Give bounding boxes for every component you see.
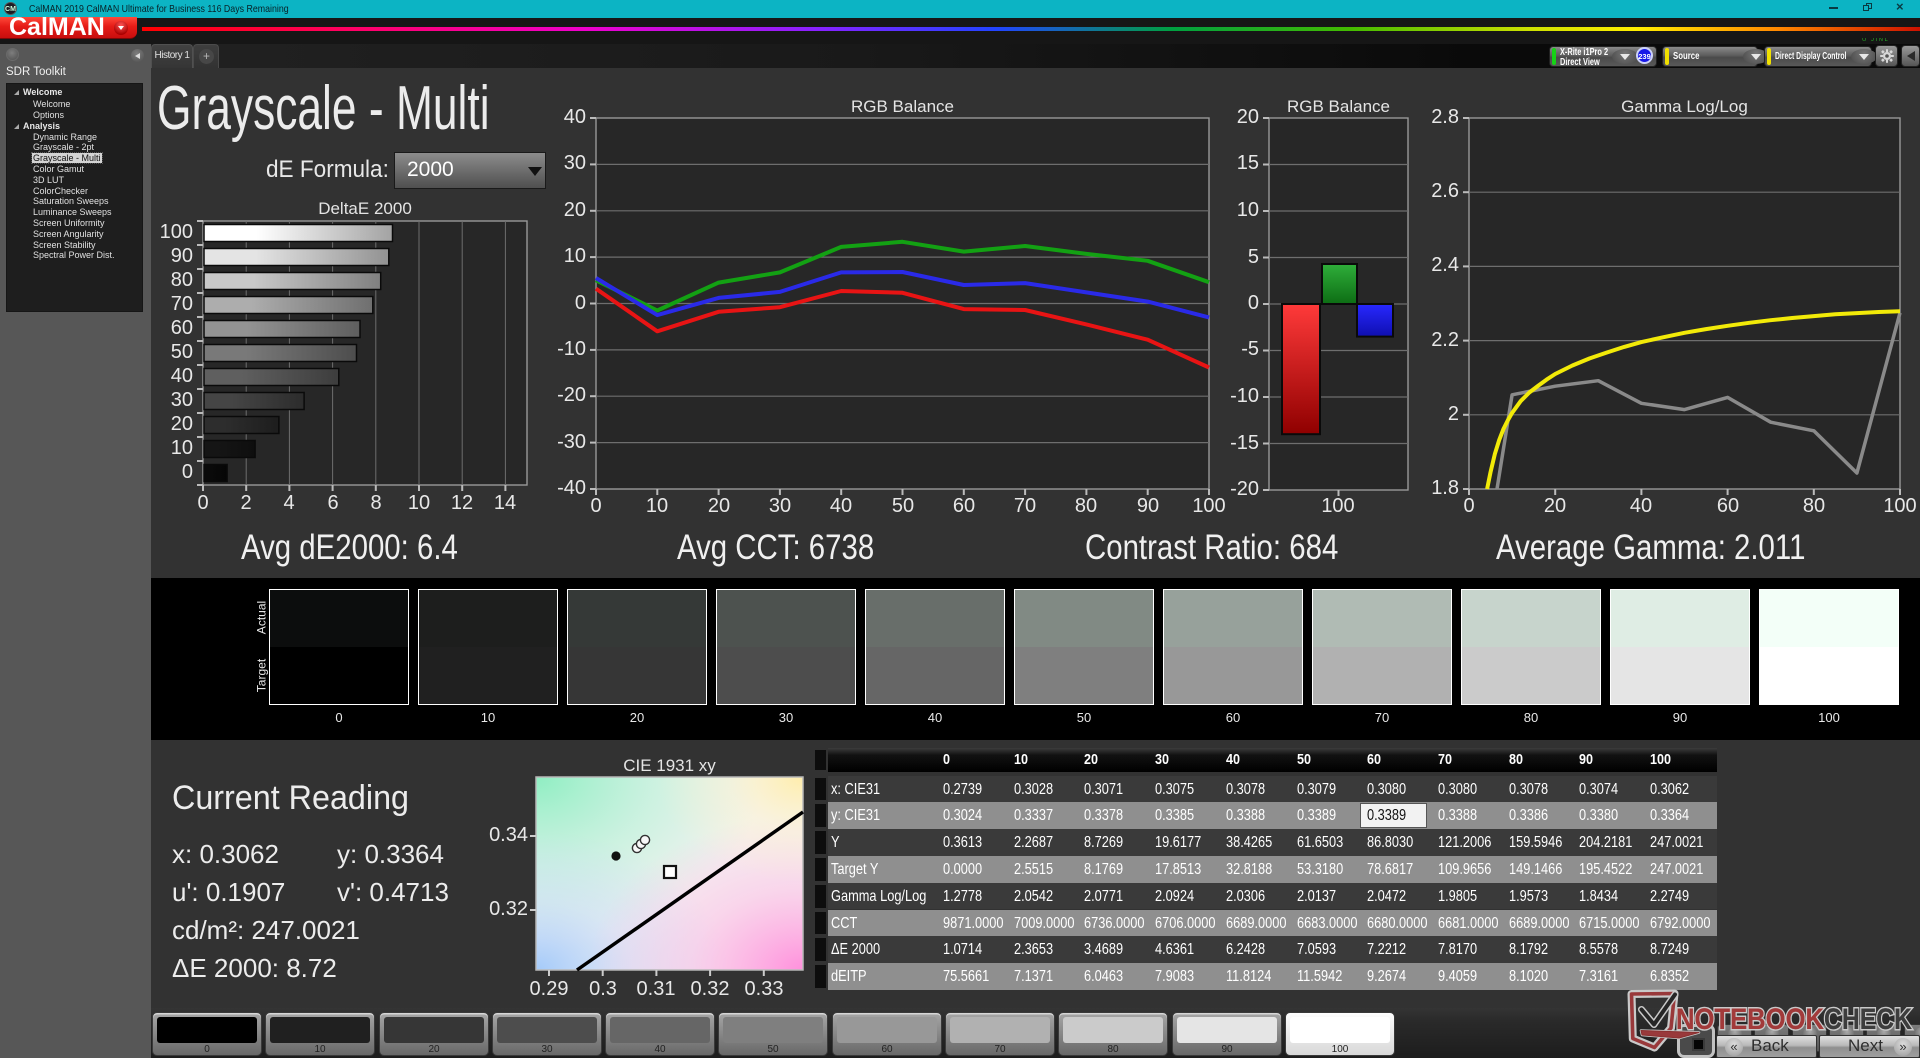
svg-text:CHECK: CHECK xyxy=(1824,1003,1912,1036)
svg-text:NOTEBOOK: NOTEBOOK xyxy=(1676,1003,1824,1036)
